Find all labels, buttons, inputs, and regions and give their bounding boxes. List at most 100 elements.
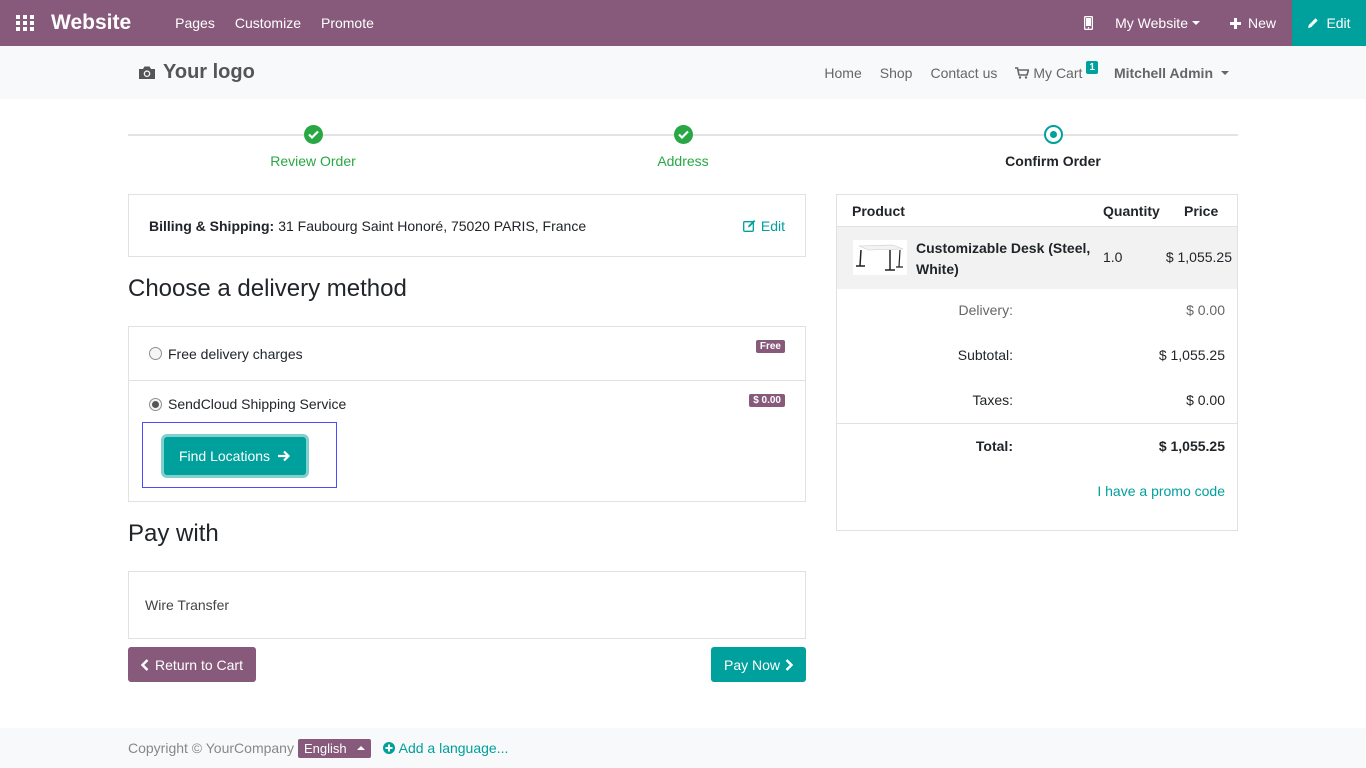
- check-circle-icon: [673, 125, 693, 144]
- logo-text: Your logo: [163, 61, 255, 83]
- step-confirm-order: Confirm Order: [868, 125, 1238, 169]
- summary-divider: [837, 423, 1237, 424]
- chevron-up-icon: [356, 746, 365, 750]
- total-value: $ 1,055.25: [1158, 438, 1225, 454]
- step-review-order[interactable]: Review Order: [128, 125, 498, 169]
- menu-customize[interactable]: Customize: [235, 15, 301, 31]
- chevron-left-icon: [141, 658, 149, 671]
- admin-menu: Pages Customize Promote: [175, 15, 374, 31]
- step-address[interactable]: Address: [498, 125, 868, 169]
- apps-menu-icon[interactable]: [0, 0, 50, 46]
- site-header: Your logo Home Shop Contact us My Cart 1…: [0, 46, 1366, 99]
- chevron-down-icon: [1191, 21, 1200, 25]
- step-label: Confirm Order: [1005, 153, 1101, 169]
- admin-topbar-right: My Website New Edit: [1071, 0, 1366, 46]
- mobile-preview-icon[interactable]: [1071, 16, 1105, 30]
- website-switcher[interactable]: My Website: [1115, 15, 1200, 31]
- copyright-text: Copyright © YourCompany: [128, 740, 294, 756]
- edit-icon: [742, 220, 756, 232]
- pay-now-label: Pay Now: [723, 656, 781, 673]
- site-footer: Copyright © YourCompany English Add a la…: [0, 728, 1366, 768]
- chevron-down-icon: [1221, 70, 1229, 75]
- edit-page-label: Edit: [1326, 15, 1351, 31]
- nav-shop[interactable]: Shop: [880, 65, 913, 81]
- summary-delivery-row: Delivery: $ 0.00: [837, 302, 1237, 322]
- delivery-value: $ 0.00: [1186, 302, 1225, 318]
- summary-subtotal-row: Subtotal: $ 1,055.25: [837, 347, 1237, 367]
- billing-shipping-card: Billing & Shipping: 31 Faubourg Saint Ho…: [128, 194, 806, 257]
- summary-total-row: Total: $ 1,055.25: [837, 438, 1237, 458]
- billing-label: Billing & Shipping:: [149, 217, 275, 234]
- admin-topbar: Website Pages Customize Promote My Websi…: [0, 0, 1366, 46]
- summary-table-header: Product Quantity Price: [837, 195, 1237, 227]
- checkout-progress: Review Order Address Confirm Order: [128, 125, 1238, 175]
- menu-promote[interactable]: Promote: [321, 15, 374, 31]
- cart-label: My Cart: [1033, 64, 1083, 81]
- product-name[interactable]: Customizable Desk (Steel, White): [916, 238, 1091, 280]
- col-product: Product: [852, 202, 905, 219]
- payment-heading: Pay with: [128, 520, 219, 547]
- return-to-cart-label: Return to Cart: [155, 656, 243, 673]
- nav-home[interactable]: Home: [824, 65, 861, 81]
- subtotal-label: Subtotal:: [957, 347, 1013, 363]
- product-price: $ 1,055.25: [1165, 249, 1232, 265]
- add-language-label: Add a language...: [398, 740, 509, 756]
- find-locations-label: Find Locations: [178, 448, 271, 464]
- delivery-radio-free[interactable]: [149, 347, 162, 360]
- plus-icon: [1229, 17, 1241, 29]
- pay-now-button[interactable]: Pay Now: [711, 647, 806, 682]
- site-nav: Home Shop Contact us My Cart 1 Mitchell …: [824, 46, 1229, 99]
- site-logo[interactable]: Your logo: [138, 61, 255, 84]
- check-circle-icon: [303, 125, 323, 144]
- step-label: Review Order: [270, 153, 356, 169]
- delivery-option-sendcloud[interactable]: SendCloud Shipping Service $ 0.00: [129, 381, 805, 427]
- language-selector[interactable]: English: [297, 738, 371, 758]
- plus-circle-icon: [382, 742, 395, 754]
- edit-address-label: Edit: [760, 217, 785, 234]
- col-quantity: Quantity: [1103, 202, 1160, 219]
- app-title[interactable]: Website: [51, 11, 131, 35]
- nav-contact[interactable]: Contact us: [930, 65, 997, 81]
- delivery-price-badge: $ 0.00: [749, 394, 785, 407]
- nav-cart[interactable]: My Cart 1: [1015, 61, 1098, 81]
- user-menu[interactable]: Mitchell Admin: [1114, 65, 1229, 81]
- find-locations-highlight: Find Locations: [142, 422, 337, 488]
- delivery-option-label: Free delivery charges: [168, 345, 303, 362]
- language-label: English: [303, 740, 347, 756]
- taxes-value: $ 0.00: [1186, 392, 1225, 408]
- delivery-option-free[interactable]: Free delivery charges Free: [129, 327, 805, 381]
- add-language-link[interactable]: Add a language...: [382, 740, 509, 756]
- delivery-radio-sendcloud[interactable]: [149, 397, 162, 411]
- payment-method-wire-transfer[interactable]: Wire Transfer: [128, 571, 806, 639]
- current-step-dot-icon: [1043, 125, 1063, 144]
- delivery-label: Delivery:: [958, 302, 1013, 318]
- delivery-option-label: SendCloud Shipping Service: [168, 396, 347, 412]
- product-quantity: 1.0: [1103, 249, 1123, 265]
- chevron-right-icon: [785, 658, 794, 671]
- pencil-icon: [1308, 18, 1319, 28]
- taxes-label: Taxes:: [972, 392, 1013, 408]
- col-price: Price: [1184, 202, 1219, 219]
- billing-address: 31 Faubourg Saint Honoré, 75020 PARIS, F…: [278, 217, 587, 234]
- new-content-button[interactable]: New: [1229, 15, 1276, 31]
- arrow-right-icon: [278, 450, 291, 462]
- return-to-cart-button[interactable]: Return to Cart: [128, 647, 256, 682]
- edit-address-link[interactable]: Edit: [742, 217, 785, 234]
- summary-taxes-row: Taxes: $ 0.00: [837, 392, 1237, 412]
- menu-pages[interactable]: Pages: [175, 15, 215, 31]
- cart-icon: [1015, 66, 1030, 79]
- delivery-price-badge: Free: [755, 340, 785, 353]
- payment-method-label: Wire Transfer: [145, 597, 230, 613]
- subtotal-value: $ 1,055.25: [1158, 347, 1225, 363]
- camera-icon: [139, 66, 155, 79]
- promo-code-link[interactable]: I have a promo code: [1097, 483, 1225, 499]
- order-summary: Product Quantity Price Customizable Desk…: [836, 194, 1238, 531]
- website-switcher-label: My Website: [1115, 15, 1188, 31]
- step-label: Address: [657, 153, 709, 169]
- edit-page-button[interactable]: Edit: [1292, 0, 1366, 46]
- total-label: Total:: [975, 438, 1013, 454]
- user-name: Mitchell Admin: [1113, 64, 1213, 81]
- product-image: [853, 240, 907, 275]
- find-locations-button[interactable]: Find Locations: [164, 437, 306, 475]
- new-content-label: New: [1247, 15, 1276, 31]
